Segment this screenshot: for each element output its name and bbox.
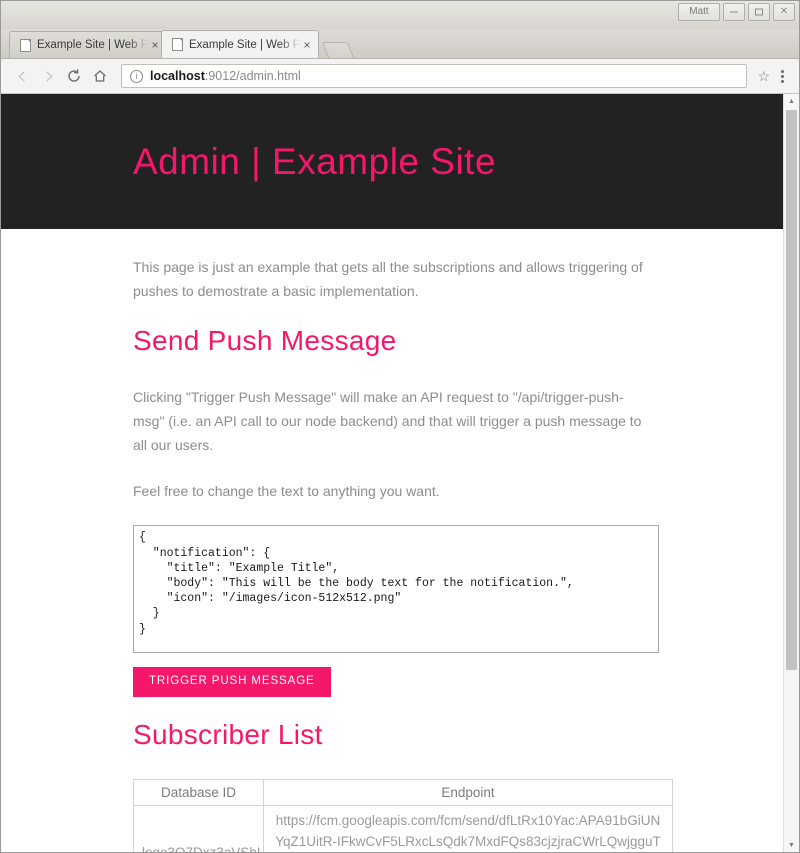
close-icon[interactable]: × — [148, 38, 162, 52]
bookmark-star-icon[interactable]: ☆ — [753, 68, 774, 85]
notification-payload-textarea[interactable] — [133, 525, 659, 654]
profile-button[interactable]: Matt — [678, 3, 720, 21]
minimize-button[interactable] — [723, 3, 745, 21]
home-icon[interactable] — [87, 63, 113, 89]
push-edit-hint-paragraph: Feel free to change the text to anything… — [133, 483, 440, 500]
title-bar: Matt ✕ — [1, 1, 799, 29]
page-icon — [172, 38, 183, 51]
cell-endpoint: https://fcm.googleapis.com/fcm/send/dfLt… — [263, 804, 673, 852]
scrollbar-thumb[interactable] — [786, 110, 797, 670]
page-viewport: Admin | Example Site This page is just a… — [1, 94, 799, 852]
subscriber-list-heading: Subscriber List — [133, 718, 323, 750]
scroll-up-icon[interactable]: ▲ — [784, 94, 799, 108]
intro-paragraph: This page is just an example that gets a… — [133, 259, 643, 300]
forward-icon[interactable] — [35, 63, 61, 89]
browser-window: Matt ✕ Example Site | Web P × Example Si… — [0, 0, 800, 853]
page-content: Admin | Example Site This page is just a… — [1, 94, 783, 852]
reload-icon[interactable] — [61, 63, 87, 89]
trigger-push-message-button[interactable]: TRIGGER PUSH MESSAGE — [133, 667, 331, 697]
url-host: localhost — [150, 69, 205, 83]
site-header: Admin | Example Site — [1, 94, 783, 229]
tab-strip: Example Site | Web P × Example Site | We… — [1, 29, 799, 59]
column-header-endpoint: Endpoint — [263, 778, 673, 806]
back-icon[interactable] — [9, 63, 35, 89]
push-description-paragraph: Clicking "Trigger Push Message" will mak… — [133, 389, 642, 454]
tab-title: Example Site | Web P — [189, 38, 300, 51]
browser-toolbar: i localhost:9012/admin.html ☆ — [1, 59, 799, 94]
address-bar[interactable]: i localhost:9012/admin.html — [121, 64, 748, 88]
tab-1[interactable]: Example Site | Web P × — [161, 30, 319, 58]
site-info-icon[interactable]: i — [130, 69, 143, 83]
table-header-row: Database ID Endpoint — [133, 778, 673, 806]
new-tab-button[interactable] — [321, 42, 355, 58]
tab-title: Example Site | Web P — [37, 39, 148, 51]
url-path: :9012/admin.html — [204, 69, 301, 83]
main-content: This page is just an example that gets a… — [1, 229, 783, 852]
scroll-down-icon[interactable]: ▼ — [784, 838, 799, 852]
window-controls: Matt ✕ — [678, 3, 795, 21]
close-button[interactable]: ✕ — [773, 3, 795, 21]
column-header-database-id: Database ID — [133, 778, 264, 806]
page-title: Admin | Example Site — [133, 141, 497, 182]
tab-0[interactable]: Example Site | Web P × — [9, 31, 167, 58]
maximize-button[interactable] — [748, 3, 770, 21]
browser-menu-icon[interactable] — [774, 69, 791, 83]
table-row: lege3Q7Dxz3aVShL https://fcm.googleapis.… — [133, 804, 673, 852]
page-icon — [20, 38, 31, 52]
cell-database-id: lege3Q7Dxz3aVShL — [133, 804, 264, 852]
send-push-heading: Send Push Message — [133, 325, 397, 357]
subscriber-table: Database ID Endpoint lege3Q7Dxz3aVShL ht… — [133, 778, 673, 852]
close-icon[interactable]: × — [300, 38, 314, 52]
page-scrollbar[interactable]: ▲ ▼ — [783, 94, 799, 852]
